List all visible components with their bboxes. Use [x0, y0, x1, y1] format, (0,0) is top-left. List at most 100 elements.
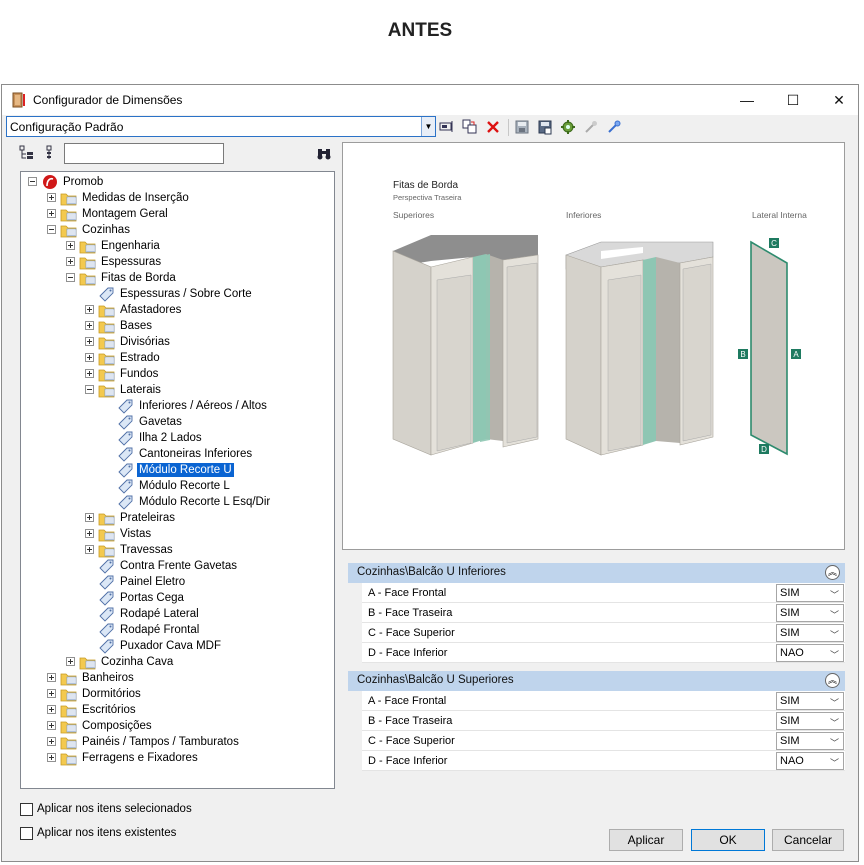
expand-plus-icon[interactable] — [85, 305, 94, 314]
property-name: C - Face Superior — [368, 627, 455, 639]
collapse-minus-icon[interactable] — [28, 177, 37, 186]
expand-plus-icon[interactable] — [47, 209, 56, 218]
expand-plus-icon[interactable] — [47, 705, 56, 714]
property-value-select[interactable]: SIM ﹀ — [776, 604, 844, 622]
toolbar: Configuração Padrão ▼ — [2, 115, 858, 141]
chevron-down-icon: ﹀ — [829, 650, 839, 660]
expand-plus-icon[interactable] — [47, 689, 56, 698]
collapse-group-icon[interactable]: ︽ — [825, 565, 840, 580]
chevron-down-icon[interactable]: ▼ — [421, 117, 435, 136]
checkbox-box[interactable] — [20, 803, 33, 816]
tool-wrench-icon[interactable] — [605, 118, 623, 136]
tree-item-label: Engenharia — [101, 240, 160, 252]
expand-plus-icon[interactable] — [85, 337, 94, 346]
property-value: NAO — [780, 755, 804, 767]
close-button[interactable]: ✕ — [816, 85, 862, 115]
property-row: B - Face Traseira SIM ﹀ — [362, 711, 845, 731]
expand-tree-icon[interactable] — [18, 144, 36, 162]
folder-icon — [60, 225, 77, 238]
property-group-title: Cozinhas\Balcão U Superiores — [357, 674, 514, 686]
checkbox-box[interactable] — [20, 827, 33, 840]
folder-icon — [98, 337, 115, 350]
property-value-select[interactable]: SIM ﹀ — [776, 692, 844, 710]
tag-icon — [99, 623, 114, 638]
expand-plus-icon[interactable] — [85, 529, 94, 538]
maximize-button[interactable]: ☐ — [770, 85, 816, 115]
collapse-group-icon[interactable]: ︽ — [825, 673, 840, 688]
folder-icon — [60, 753, 77, 766]
tree-item-label: Módulo Recorte U — [137, 463, 234, 477]
folder-icon — [98, 353, 115, 366]
tree-search-input[interactable] — [64, 143, 224, 164]
property-name: D - Face Inferior — [368, 647, 448, 659]
copy-config-icon[interactable] — [461, 118, 479, 136]
collapse-minus-icon[interactable] — [66, 273, 75, 282]
tag-icon — [118, 399, 133, 414]
property-value: NAO — [780, 647, 804, 659]
property-group-header[interactable]: Cozinhas\Balcão U Superiores ︽ — [348, 671, 845, 691]
property-value-select[interactable]: SIM ﹀ — [776, 584, 844, 602]
folder-icon — [79, 657, 96, 670]
configuration-select[interactable]: Configuração Padrão ▼ — [6, 116, 436, 137]
tool-disabled-icon[interactable] — [582, 118, 600, 136]
rename-icon[interactable] — [438, 118, 456, 136]
folder-icon — [98, 321, 115, 334]
property-value-select[interactable]: SIM ﹀ — [776, 732, 844, 750]
apply-existing-label: Aplicar nos itens existentes — [37, 827, 177, 839]
expand-plus-icon[interactable] — [47, 753, 56, 762]
ok-button[interactable]: OK — [691, 829, 765, 851]
tag-icon — [99, 639, 114, 654]
expand-plus-icon[interactable] — [47, 673, 56, 682]
settings-gear-icon[interactable] — [559, 118, 577, 136]
property-value-select[interactable]: NAO ﹀ — [776, 752, 844, 770]
collapse-minus-icon[interactable] — [85, 385, 94, 394]
expand-plus-icon[interactable] — [47, 721, 56, 730]
property-value-select[interactable]: SIM ﹀ — [776, 712, 844, 730]
expand-plus-icon[interactable] — [66, 241, 75, 250]
folder-icon — [98, 529, 115, 542]
property-row: C - Face Superior SIM ﹀ — [362, 731, 845, 751]
property-row: B - Face Traseira SIM ﹀ — [362, 603, 845, 623]
expand-plus-icon[interactable] — [85, 513, 94, 522]
binoculars-search-icon[interactable] — [315, 144, 333, 162]
expand-plus-icon[interactable] — [85, 545, 94, 554]
expand-plus-icon[interactable] — [85, 321, 94, 330]
preview-panel: C B A D Fitas de Borda Perspectiva Trase… — [342, 142, 845, 550]
expand-plus-icon[interactable] — [47, 737, 56, 746]
tree-item-label: Laterais — [120, 384, 161, 396]
property-value-select[interactable]: SIM ﹀ — [776, 624, 844, 642]
tree-item-label: Prateleiras — [120, 512, 175, 524]
property-name: A - Face Frontal — [368, 695, 447, 707]
property-name: A - Face Frontal — [368, 587, 447, 599]
tag-icon — [99, 607, 114, 622]
cancel-button[interactable]: Cancelar — [772, 829, 844, 851]
tree-item-label: Módulo Recorte L Esq/Dir — [139, 496, 271, 508]
collapse-tree-icon[interactable] — [41, 144, 59, 162]
edge-label-c: C — [771, 239, 777, 248]
delete-icon[interactable] — [484, 118, 502, 136]
tree-item-label: Estrado — [120, 352, 160, 364]
expand-plus-icon[interactable] — [85, 369, 94, 378]
preview-col-inferiores: Inferiores — [566, 210, 602, 220]
tree-item-label: Afastadores — [120, 304, 182, 316]
promob-logo-icon — [43, 175, 57, 189]
expand-plus-icon[interactable] — [66, 257, 75, 266]
tree-item-label: Painéis / Tampos / Tamburatos — [82, 736, 239, 748]
property-value: SIM — [780, 607, 800, 619]
collapse-minus-icon[interactable] — [47, 225, 56, 234]
apply-button[interactable]: Aplicar — [609, 829, 683, 851]
property-value: SIM — [780, 627, 800, 639]
property-name: D - Face Inferior — [368, 755, 448, 767]
minimize-button[interactable]: — — [724, 85, 770, 115]
save-icon[interactable] — [513, 118, 531, 136]
tree-item-label: Medidas de Inserção — [82, 192, 189, 204]
expand-plus-icon[interactable] — [66, 657, 75, 666]
property-group-header[interactable]: Cozinhas\Balcão U Inferiores ︽ — [348, 563, 845, 583]
expand-plus-icon[interactable] — [47, 193, 56, 202]
save-as-icon[interactable] — [536, 118, 554, 136]
tree-item-label: Puxador Cava MDF — [120, 640, 221, 652]
folder-icon — [79, 241, 96, 254]
tag-icon — [118, 479, 133, 494]
property-value-select[interactable]: NAO ﹀ — [776, 644, 844, 662]
expand-plus-icon[interactable] — [85, 353, 94, 362]
